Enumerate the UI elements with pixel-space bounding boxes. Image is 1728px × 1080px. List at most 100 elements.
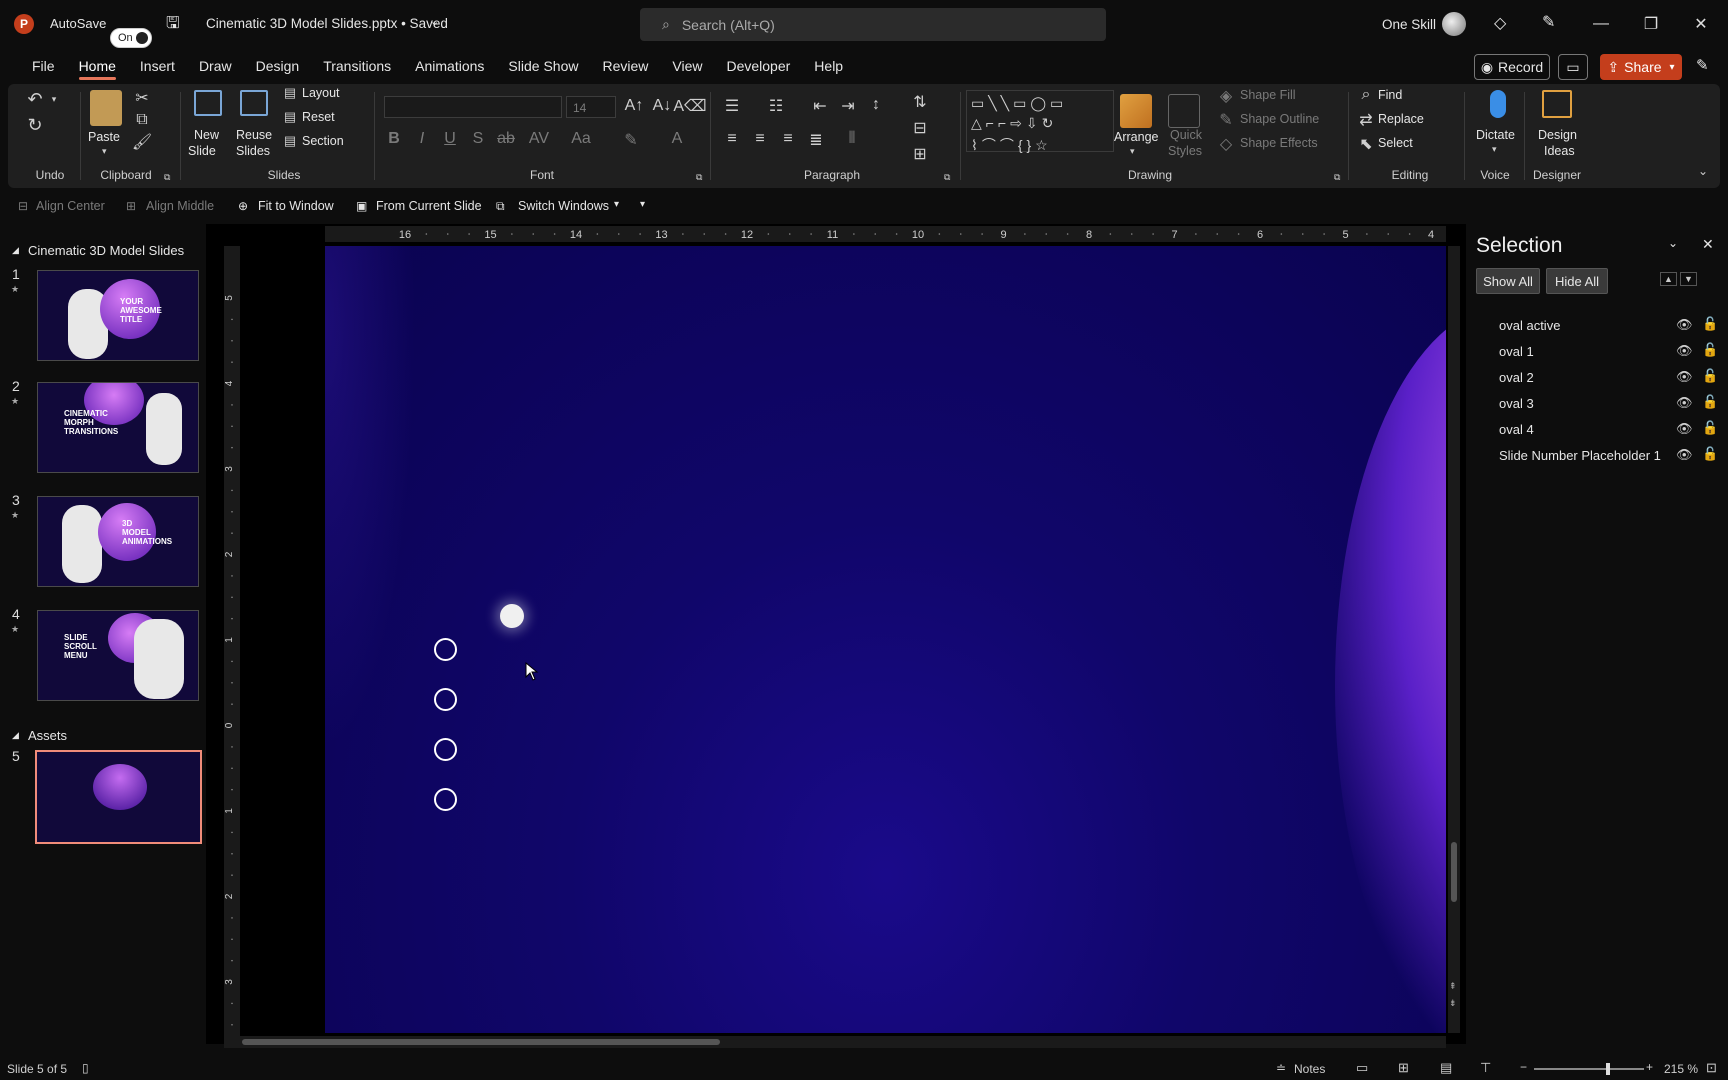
reading-view-icon[interactable]: ▤: [1440, 1060, 1452, 1076]
tab-insert[interactable]: Insert: [128, 48, 187, 84]
zoom-in-icon[interactable]: +: [1646, 1060, 1653, 1074]
slide-sorter-icon[interactable]: ⊞: [1398, 1060, 1409, 1076]
paste-icon[interactable]: [90, 90, 122, 126]
scrollbar-thumb[interactable]: [242, 1039, 720, 1045]
bullets-icon[interactable]: ☰: [720, 96, 744, 116]
tab-review[interactable]: Review: [590, 48, 660, 84]
tab-slide-show[interactable]: Slide Show: [496, 48, 590, 84]
highlight-icon[interactable]: ✎: [618, 130, 644, 150]
shape-outline-label[interactable]: Shape Outline: [1240, 112, 1319, 126]
selection-item[interactable]: Slide Number Placeholder 1: [1499, 448, 1661, 463]
chevron-down-icon[interactable]: ▾: [102, 146, 107, 157]
dialog-launcher-icon[interactable]: ⧉: [944, 172, 950, 183]
shapes-row-2[interactable]: △⌐⌐⇨⇩↻: [971, 115, 1057, 132]
find-icon[interactable]: ⌕: [1358, 86, 1374, 104]
chevron-down-icon[interactable]: ▾: [48, 90, 60, 108]
eye-icon[interactable]: 👁: [1676, 343, 1693, 359]
align-right-icon[interactable]: ≡: [776, 130, 800, 148]
design-ideas-label-1[interactable]: Design: [1538, 128, 1577, 142]
redo-icon[interactable]: ↻: [24, 114, 46, 136]
minimize-button[interactable]: —: [1578, 0, 1624, 48]
select-label[interactable]: Select: [1378, 136, 1413, 150]
justify-icon[interactable]: ≣: [804, 130, 828, 150]
tab-draw[interactable]: Draw: [187, 48, 244, 84]
section-title[interactable]: Cinematic 3D Model Slides: [28, 243, 184, 258]
dialog-launcher-icon[interactable]: ⧉: [1334, 172, 1340, 183]
pen-icon[interactable]: ✎: [1542, 12, 1555, 32]
align-middle-icon[interactable]: ⊞: [126, 199, 136, 213]
new-slide-label-1[interactable]: New: [194, 128, 219, 142]
shape-outline-icon[interactable]: ✎: [1218, 110, 1234, 130]
decrease-indent-icon[interactable]: ⇤: [808, 96, 832, 116]
shape-fill-icon[interactable]: ◈: [1218, 86, 1234, 106]
slide-thumbnail-4[interactable]: SLIDE SCROLL MENU: [37, 610, 199, 701]
reuse-slides-icon[interactable]: [240, 90, 268, 116]
eye-icon[interactable]: 👁: [1676, 317, 1693, 333]
shape-effects-label[interactable]: Shape Effects: [1240, 136, 1318, 150]
copy-icon[interactable]: ⧉: [132, 110, 152, 130]
reset-icon[interactable]: ▤: [282, 108, 298, 126]
align-center-icon[interactable]: ⊟: [18, 199, 28, 213]
dictate-label[interactable]: Dictate: [1476, 128, 1515, 142]
share-button[interactable]: ⇪ Share ▾: [1600, 54, 1682, 80]
notes-icon[interactable]: ≐: [1276, 1061, 1286, 1075]
find-label[interactable]: Find: [1378, 88, 1402, 102]
select-icon[interactable]: ⬉: [1358, 134, 1374, 154]
new-slide-icon[interactable]: [194, 90, 222, 116]
close-button[interactable]: ✕: [1678, 0, 1724, 48]
chevron-down-icon[interactable]: ▾: [1130, 146, 1135, 157]
next-slide-icon[interactable]: ⇟: [1449, 998, 1457, 1009]
zoom-slider-thumb[interactable]: [1606, 1063, 1610, 1075]
tab-design[interactable]: Design: [244, 48, 312, 84]
fit-to-window-label[interactable]: Fit to Window: [258, 199, 334, 213]
unlock-icon[interactable]: 🔓: [1702, 420, 1718, 436]
quick-styles-label-2[interactable]: Styles: [1168, 144, 1202, 158]
notes-button[interactable]: Notes: [1294, 1062, 1325, 1076]
avatar[interactable]: [1442, 12, 1466, 36]
bring-forward-icon[interactable]: ▲: [1660, 272, 1677, 286]
collapse-section-icon[interactable]: ◢: [12, 730, 19, 741]
font-size-select[interactable]: 14: [566, 96, 616, 118]
oval-3[interactable]: [434, 738, 457, 761]
slide-canvas[interactable]: [325, 246, 1446, 1033]
record-button[interactable]: ◉ Record: [1474, 54, 1550, 80]
zoom-level[interactable]: 215 %: [1664, 1062, 1698, 1076]
diamond-icon[interactable]: ◇: [1494, 13, 1506, 33]
replace-icon[interactable]: ⇄: [1358, 110, 1374, 130]
tab-home[interactable]: Home: [67, 48, 128, 84]
shapes-row-3[interactable]: ⌇⌒⌒{}☆: [971, 135, 1052, 155]
grow-font-icon[interactable]: A↑: [624, 96, 644, 116]
switch-windows-icon[interactable]: ⧉: [496, 199, 505, 214]
zoom-out-icon[interactable]: −: [1520, 1060, 1527, 1074]
document-title[interactable]: Cinematic 3D Model Slides.pptx • Saved: [206, 16, 448, 31]
dialog-launcher-icon[interactable]: ⧉: [696, 172, 702, 183]
numbering-icon[interactable]: ☷: [764, 96, 788, 116]
align-text-icon[interactable]: ⊟: [908, 118, 932, 138]
align-center-icon[interactable]: ≡: [748, 130, 772, 148]
unlock-icon[interactable]: 🔓: [1702, 316, 1718, 332]
slide-show-icon[interactable]: ⊤: [1480, 1060, 1491, 1076]
layout-label[interactable]: Layout: [302, 86, 340, 100]
chevron-down-icon[interactable]: ▾: [614, 199, 619, 210]
autosave-toggle[interactable]: On: [110, 28, 152, 48]
quick-styles-label-1[interactable]: Quick: [1170, 128, 1202, 142]
reset-label[interactable]: Reset: [302, 110, 335, 124]
slide-thumbnail-2[interactable]: CINEMATIC MORPH TRANSITIONS: [37, 382, 199, 473]
horizontal-scrollbar[interactable]: [224, 1036, 1446, 1048]
slide-thumbnail-5[interactable]: [35, 750, 202, 844]
arrange-label[interactable]: Arrange: [1114, 130, 1158, 144]
fit-to-window-icon[interactable]: ⊕: [238, 199, 248, 213]
restore-button[interactable]: ❐: [1628, 0, 1674, 48]
selection-item[interactable]: oval 3: [1499, 396, 1534, 411]
slide-thumbnail-1[interactable]: YOUR AWESOME TITLE: [37, 270, 199, 361]
eye-icon[interactable]: 👁: [1676, 395, 1693, 411]
switch-windows-label[interactable]: Switch Windows: [518, 199, 609, 213]
shapes-row-1[interactable]: ▭╲╲▭◯▭: [971, 95, 1067, 112]
oval-active[interactable]: [500, 604, 524, 628]
quick-styles-icon[interactable]: [1168, 94, 1200, 128]
selection-item[interactable]: oval 1: [1499, 344, 1534, 359]
change-case-icon[interactable]: Aa: [568, 130, 594, 148]
comments-button[interactable]: ▭: [1558, 54, 1588, 80]
selection-item[interactable]: oval active: [1499, 318, 1560, 333]
align-left-icon[interactable]: ≡: [720, 130, 744, 148]
